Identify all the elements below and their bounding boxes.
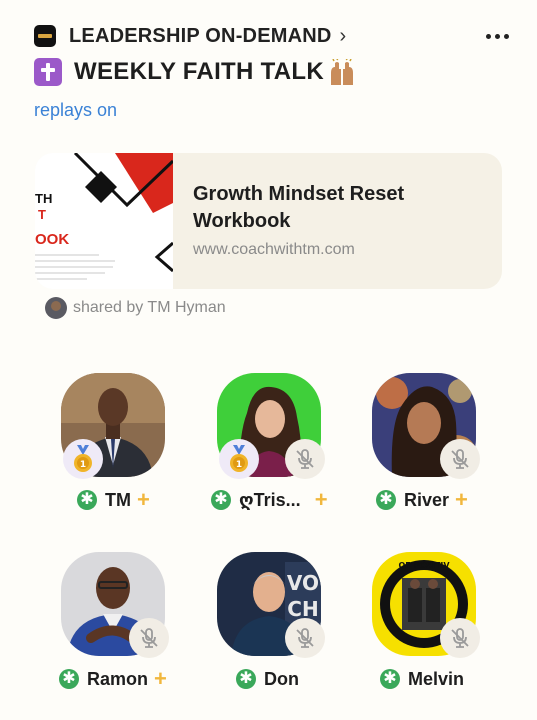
plus-icon: +: [137, 487, 150, 512]
speaker-name: TM: [105, 489, 131, 510]
moderator-icon: ✱: [59, 669, 79, 689]
speaker-tile[interactable]: VO CH ✱ Don: [217, 552, 327, 702]
speaker-name: River: [404, 489, 450, 510]
plus-icon: +: [314, 487, 328, 512]
svg-text:VO: VO: [287, 571, 319, 595]
muted-mic-icon: [440, 618, 480, 658]
replays-status[interactable]: replays on: [34, 100, 117, 121]
svg-text:OF POSITIV: OF POSITIV: [398, 561, 450, 570]
thumb-heading-mid: T: [38, 207, 46, 222]
moderator-icon: ✱: [236, 669, 256, 689]
club-name[interactable]: LEADERSHIP ON-DEMAND: [69, 25, 332, 48]
thumb-heading-big: OOK: [35, 231, 70, 248]
link-url[interactable]: www.coachwithtm.com: [193, 241, 453, 259]
link-title[interactable]: Growth Mindset Reset Workbook: [193, 181, 453, 235]
speaker-name-row: ✱ ღTris... +: [211, 488, 328, 512]
moderator-icon: ✱: [376, 490, 396, 510]
shared-by-text: shared by TM Hyman: [73, 299, 226, 316]
moderator-icon: ✱: [211, 490, 231, 510]
medal-icon: 1: [63, 439, 103, 479]
muted-mic-icon: [285, 439, 325, 479]
muted-mic-icon: [440, 439, 480, 479]
speaker-tile[interactable]: ✱ Ramon +: [59, 552, 171, 702]
speaker-tile[interactable]: 1 ✱ TM +: [61, 373, 171, 523]
club-logo-icon: [34, 25, 56, 47]
moderator-icon: ✱: [77, 490, 97, 510]
room-title: WEEKLY FAITH TALK: [34, 58, 357, 86]
speaker-name: Melvin: [408, 668, 465, 689]
speaker-tile[interactable]: 1 ✱ ღTris... +: [211, 373, 328, 523]
speaker-tile[interactable]: OF POSITIV ✱ Melvin: [372, 552, 482, 702]
raised-hands-icon: [327, 59, 357, 85]
speaker-name-row: ✱ Melvin: [380, 667, 464, 691]
thumb-heading-top: TH: [35, 191, 53, 206]
svg-text:1: 1: [80, 460, 86, 470]
muted-mic-icon: [129, 618, 169, 658]
plus-icon: +: [455, 487, 468, 512]
link-thumbnail: TH T OOK: [35, 153, 173, 289]
speaker-name: Ramon: [87, 668, 149, 689]
speaker-name-row: ✱ Don: [236, 667, 299, 691]
speaker-name-row: ✱ TM +: [77, 488, 150, 512]
svg-text:1: 1: [236, 460, 242, 470]
latin-cross-icon: [34, 58, 62, 86]
shared-link-card[interactable]: TH T OOK Growth Mindset Reset Workbook w…: [35, 153, 502, 289]
speaker-name: ღTris...: [239, 489, 301, 510]
speaker-name-row: ✱ Ramon +: [59, 667, 167, 691]
moderator-icon: ✱: [380, 669, 400, 689]
medal-icon: 1: [219, 439, 259, 479]
speaker-tile[interactable]: ✱ River +: [372, 373, 482, 523]
chevron-right-icon[interactable]: ›: [340, 25, 347, 48]
speaker-name-row: ✱ River +: [376, 488, 468, 512]
club-header[interactable]: LEADERSHIP ON-DEMAND ›: [34, 22, 509, 50]
plus-icon: +: [154, 666, 167, 691]
shared-by-row: shared by TM Hyman: [45, 297, 226, 319]
more-dots-icon[interactable]: [486, 33, 509, 39]
room-title-text: WEEKLY FAITH TALK: [74, 58, 324, 85]
avatar[interactable]: [45, 297, 67, 319]
muted-mic-icon: [285, 618, 325, 658]
speaker-name: Don: [264, 668, 299, 689]
